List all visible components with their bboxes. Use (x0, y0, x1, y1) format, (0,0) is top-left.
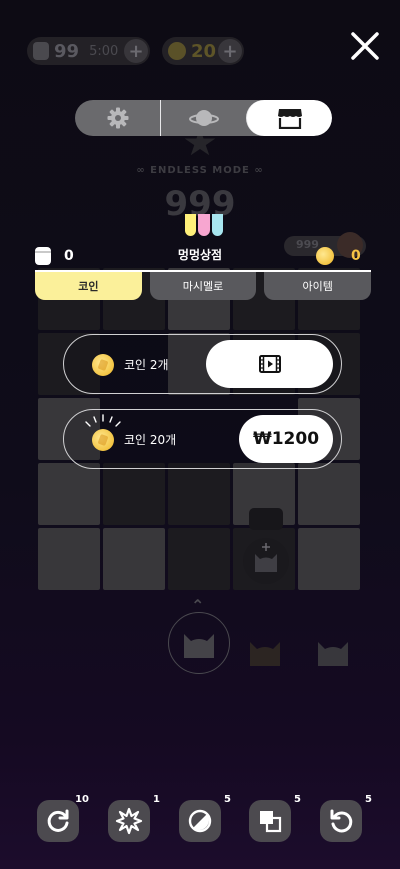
coin-icon (92, 354, 114, 376)
coin-icon (168, 42, 186, 60)
tool-count: 5 (294, 794, 301, 805)
board-tile (298, 528, 360, 590)
mode-label: ∞ ENDLESS MODE ∞ (136, 165, 264, 176)
board-tile (103, 528, 165, 590)
cat-icon (318, 642, 348, 666)
can-icon (33, 42, 49, 60)
item-label: 코인 2개 (124, 358, 169, 372)
undo-tool-button[interactable]: 5 (320, 794, 372, 842)
board-tile (298, 463, 360, 525)
close-icon (351, 32, 379, 60)
add-coin-button: + (218, 39, 242, 63)
energy-timer: 5:00 (89, 43, 119, 59)
tool-count: 5 (224, 794, 231, 805)
planet-icon (188, 110, 219, 126)
tab-settings[interactable] (75, 100, 160, 136)
coin-count: 0 (351, 248, 361, 264)
queued-cat (308, 628, 358, 674)
gear-icon (107, 107, 128, 129)
board-tile (168, 463, 230, 525)
layers-tool-button[interactable]: 5 (249, 794, 301, 842)
sparkle-icon (85, 414, 121, 427)
board-tile (38, 463, 100, 525)
queued-cat (168, 612, 230, 674)
board-tile (168, 528, 230, 590)
tab-planet[interactable] (160, 100, 246, 136)
tool-count: 1 (153, 794, 160, 805)
plus-icon (262, 543, 270, 551)
watch-ad-button[interactable] (206, 340, 333, 388)
coin-counter: 0 (316, 247, 361, 265)
item-label: 코인 20개 (124, 433, 177, 447)
tab-coin[interactable]: 코인 (35, 272, 142, 300)
tooltip (249, 508, 283, 530)
coin-icon (316, 247, 334, 265)
tool-count: 5 (365, 794, 372, 805)
queued-cat (240, 628, 290, 674)
tab-shop[interactable] (246, 100, 332, 136)
refresh-icon (47, 809, 69, 832)
half-circle-tool-button[interactable]: 5 (179, 794, 231, 842)
board-tile (103, 463, 165, 525)
burst-icon (115, 807, 143, 835)
layers-icon (260, 811, 282, 833)
energy-counter: 99 5:00 + (27, 37, 150, 65)
cat-food-counter: 0 (35, 247, 74, 265)
shop-item-coin-20: 코인 20개 ₩1200 (63, 409, 342, 469)
undo-icon (330, 809, 353, 833)
tab-marshmallow[interactable]: 마시멜로 (149, 272, 257, 300)
tab-item[interactable]: 아이템 (264, 272, 372, 300)
shop-icon (277, 109, 302, 129)
can-icon (35, 247, 51, 265)
coin-counter: 20 + (162, 37, 244, 65)
cat-icon (184, 634, 214, 658)
add-energy-button: + (124, 39, 148, 63)
close-button[interactable] (347, 28, 383, 64)
coin-icon (92, 429, 114, 451)
board-tile (38, 528, 100, 590)
shop-tab-bar: 코인 마시멜로 아이템 (35, 272, 372, 300)
shop-awning-icon (184, 214, 224, 236)
half-circle-icon (188, 809, 212, 833)
energy-value: 99 (54, 40, 80, 62)
film-icon (258, 355, 281, 373)
purchase-button[interactable]: ₩1200 (239, 415, 333, 463)
refresh-tool-button[interactable]: 10 (37, 794, 89, 842)
cat-icon (255, 554, 277, 572)
cat-food-count: 0 (64, 248, 74, 264)
top-tab-bar (75, 100, 332, 136)
price-label: ₩1200 (252, 429, 320, 449)
tool-count: 10 (75, 794, 89, 805)
shop-item-coin-2: 코인 2개 (63, 334, 342, 394)
coin-value: 20 (191, 40, 217, 62)
cat-icon (250, 642, 280, 666)
burst-tool-button[interactable]: 1 (108, 794, 160, 842)
